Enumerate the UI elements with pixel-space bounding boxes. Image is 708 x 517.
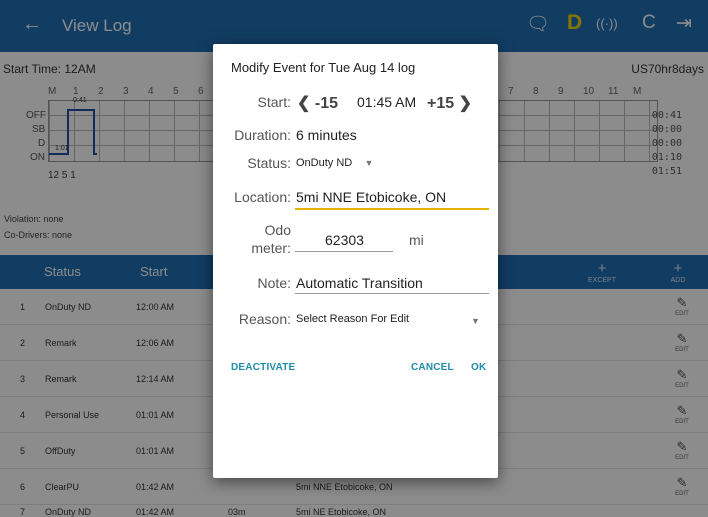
- odometer-unit: mi: [409, 232, 424, 248]
- duration-value: 6 minutes: [296, 127, 357, 143]
- note-input[interactable]: Automatic Transition: [296, 275, 423, 291]
- location-underline: [295, 208, 489, 210]
- deactivate-button[interactable]: DEACTIVATE: [231, 362, 295, 373]
- odo-label-top: Odo: [264, 222, 291, 238]
- status-value: OnDuty ND: [296, 157, 353, 169]
- start-row: Start: ❮ -15 01:45 AM +15 ❯: [213, 94, 498, 114]
- reason-value: Select Reason For Edit: [296, 313, 410, 325]
- minus-15-label: -15: [314, 95, 338, 112]
- chevron-down-icon: ▼: [471, 316, 480, 326]
- odometer-input[interactable]: 62303: [325, 232, 364, 248]
- location-label: Location:: [234, 189, 291, 205]
- cancel-button[interactable]: CANCEL: [411, 362, 454, 373]
- status-dropdown[interactable]: OnDuty ND ▼: [296, 157, 373, 169]
- plus-15-label: +15: [427, 95, 455, 112]
- duration-label: Duration:: [234, 127, 291, 143]
- reason-label: Reason:: [238, 311, 291, 327]
- start-time-value: 01:45 AM: [357, 94, 417, 110]
- odo-label-bottom: meter:: [251, 240, 291, 256]
- dialog-title: Modify Event for Tue Aug 14 log: [231, 60, 416, 75]
- note-underline: [295, 293, 489, 294]
- status-label: Status:: [247, 155, 291, 171]
- start-label: Start:: [257, 94, 291, 110]
- ok-button[interactable]: OK: [471, 362, 486, 373]
- chevron-down-icon: ▼: [364, 158, 374, 168]
- reason-dropdown[interactable]: Select Reason For Edit: [296, 313, 409, 325]
- location-input[interactable]: 5mi NNE Etobicoke, ON: [296, 189, 446, 205]
- plus-15-button[interactable]: +15 ❯: [427, 93, 472, 113]
- odometer-underline: [295, 251, 393, 252]
- chevron-right-icon: ❯: [458, 95, 472, 112]
- modify-event-dialog: Modify Event for Tue Aug 14 log Start: ❮…: [213, 44, 498, 478]
- minus-15-button[interactable]: ❮ -15: [297, 93, 338, 113]
- chevron-left-icon: ❮: [297, 95, 311, 112]
- note-label: Note:: [257, 275, 291, 291]
